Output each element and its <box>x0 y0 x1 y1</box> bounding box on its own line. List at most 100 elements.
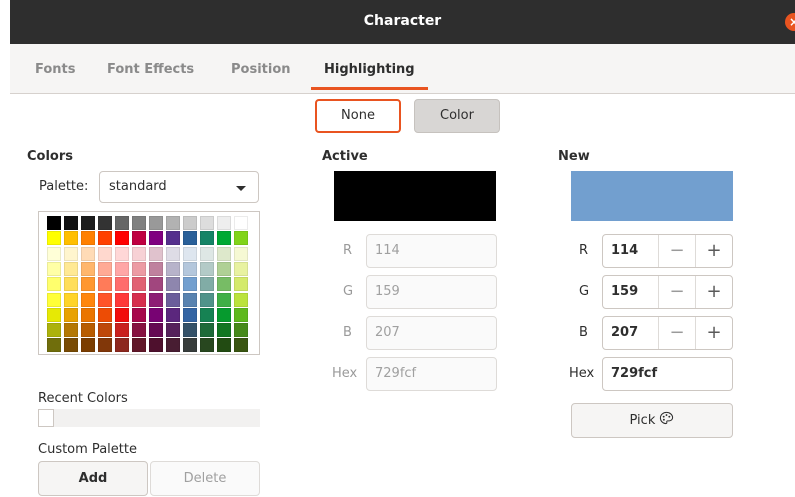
color-swatch[interactable] <box>234 307 248 322</box>
color-swatch[interactable] <box>183 231 197 246</box>
color-swatch[interactable] <box>47 261 61 276</box>
color-swatch[interactable] <box>132 323 146 338</box>
color-swatch[interactable] <box>166 231 180 246</box>
color-swatch[interactable] <box>149 307 163 322</box>
color-swatch[interactable] <box>234 292 248 307</box>
color-swatch[interactable] <box>47 292 61 307</box>
color-swatch[interactable] <box>200 307 214 322</box>
color-swatch[interactable] <box>234 261 248 276</box>
color-swatch[interactable] <box>217 216 231 230</box>
color-swatch[interactable] <box>98 261 112 276</box>
color-swatch[interactable] <box>149 231 163 246</box>
color-swatch[interactable] <box>47 323 61 338</box>
color-swatch[interactable] <box>64 338 78 353</box>
g-increment-button[interactable]: + <box>695 276 732 308</box>
color-swatch[interactable] <box>132 307 146 322</box>
color-swatch[interactable] <box>64 292 78 307</box>
color-swatch[interactable] <box>217 261 231 276</box>
color-swatch[interactable] <box>115 277 129 292</box>
new-hex-input[interactable]: 729fcf <box>602 357 733 391</box>
color-swatch[interactable] <box>64 231 78 246</box>
palette-dropdown[interactable]: standard <box>99 171 259 203</box>
color-swatch[interactable] <box>166 216 180 230</box>
color-swatch[interactable] <box>149 277 163 292</box>
color-swatch[interactable] <box>98 307 112 322</box>
color-swatch[interactable] <box>132 338 146 353</box>
color-swatch[interactable] <box>47 246 61 261</box>
color-swatch[interactable] <box>200 323 214 338</box>
color-swatch[interactable] <box>166 307 180 322</box>
color-swatch[interactable] <box>200 261 214 276</box>
color-swatch[interactable] <box>98 246 112 261</box>
color-swatch[interactable] <box>132 261 146 276</box>
color-swatch[interactable] <box>234 231 248 246</box>
color-swatch[interactable] <box>132 277 146 292</box>
new-g-value[interactable]: 159 <box>611 284 638 299</box>
color-swatch[interactable] <box>183 292 197 307</box>
color-swatch[interactable] <box>183 338 197 353</box>
color-swatch[interactable] <box>234 216 248 230</box>
color-swatch[interactable] <box>132 231 146 246</box>
color-swatch[interactable] <box>149 216 163 230</box>
new-b-value[interactable]: 207 <box>611 325 638 340</box>
color-swatch[interactable] <box>47 307 61 322</box>
color-swatch[interactable] <box>183 277 197 292</box>
color-swatch[interactable] <box>149 292 163 307</box>
color-swatch[interactable] <box>200 338 214 353</box>
new-r-spinner[interactable]: 114 − + <box>602 234 733 268</box>
color-swatch[interactable] <box>81 323 95 338</box>
color-swatch[interactable] <box>115 307 129 322</box>
color-swatch[interactable] <box>81 261 95 276</box>
color-swatch[interactable] <box>98 231 112 246</box>
delete-button[interactable]: Delete <box>150 461 260 496</box>
color-swatch[interactable] <box>81 292 95 307</box>
b-decrement-button[interactable]: − <box>658 317 695 349</box>
color-swatch[interactable] <box>183 323 197 338</box>
b-increment-button[interactable]: + <box>695 317 732 349</box>
color-swatch[interactable] <box>200 277 214 292</box>
color-swatch[interactable] <box>166 246 180 261</box>
color-swatch[interactable] <box>234 323 248 338</box>
color-swatch[interactable] <box>166 277 180 292</box>
r-increment-button[interactable]: + <box>695 235 732 267</box>
color-swatch[interactable] <box>183 307 197 322</box>
color-swatch[interactable] <box>64 246 78 261</box>
color-swatch[interactable] <box>81 231 95 246</box>
color-swatch[interactable] <box>217 246 231 261</box>
color-swatch[interactable] <box>149 261 163 276</box>
r-decrement-button[interactable]: − <box>658 235 695 267</box>
color-swatch[interactable] <box>132 246 146 261</box>
new-r-value[interactable]: 114 <box>611 243 638 258</box>
color-swatch[interactable] <box>64 216 78 230</box>
color-swatch[interactable] <box>47 231 61 246</box>
color-swatch[interactable] <box>81 338 95 353</box>
new-hex-value[interactable]: 729fcf <box>611 366 657 381</box>
color-swatch[interactable] <box>115 246 129 261</box>
color-swatch[interactable] <box>47 277 61 292</box>
color-swatch[interactable] <box>200 246 214 261</box>
color-swatch[interactable] <box>98 323 112 338</box>
color-swatch[interactable] <box>115 231 129 246</box>
color-swatch[interactable] <box>98 216 112 230</box>
color-swatch[interactable] <box>166 261 180 276</box>
color-swatch[interactable] <box>64 277 78 292</box>
color-swatch[interactable] <box>115 292 129 307</box>
color-swatch[interactable] <box>200 231 214 246</box>
color-swatch[interactable] <box>217 307 231 322</box>
color-swatch[interactable] <box>81 277 95 292</box>
new-b-spinner[interactable]: 207 − + <box>602 316 733 350</box>
color-swatch[interactable] <box>81 246 95 261</box>
color-swatch[interactable] <box>183 246 197 261</box>
color-swatch[interactable] <box>132 216 146 230</box>
color-swatch[interactable] <box>47 338 61 353</box>
color-swatch[interactable] <box>81 216 95 230</box>
color-swatch[interactable] <box>98 277 112 292</box>
color-swatch[interactable] <box>217 338 231 353</box>
color-swatch[interactable] <box>149 338 163 353</box>
tab-highlighting[interactable]: Highlighting <box>311 62 428 90</box>
color-button[interactable]: Color <box>414 99 500 133</box>
color-swatch[interactable] <box>115 261 129 276</box>
color-swatch[interactable] <box>217 277 231 292</box>
color-swatch[interactable] <box>166 323 180 338</box>
color-swatch[interactable] <box>64 261 78 276</box>
